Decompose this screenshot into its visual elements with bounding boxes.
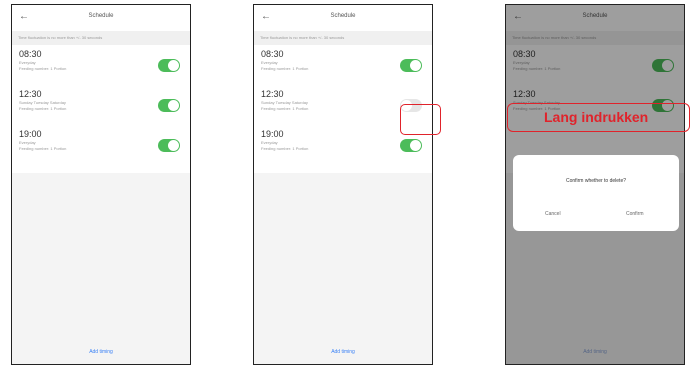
schedule-item[interactable]: 08:30 Everyday Feeding number: 1 Portion [254, 45, 432, 85]
schedule-item[interactable]: 19:00 Everyday Feeding number: 1 Portion [12, 125, 190, 165]
schedule-toggle[interactable] [158, 139, 180, 152]
toggle-knob [168, 100, 179, 111]
confirm-button[interactable]: Confirm [626, 211, 644, 217]
schedule-toggle[interactable] [400, 59, 422, 72]
schedule-toggle[interactable] [158, 59, 180, 72]
page-title: Schedule [88, 13, 114, 19]
header: ← Schedule [12, 5, 190, 31]
fluctuation-note: Time fluctuation is no more than +/- 30 … [12, 31, 190, 45]
schedule-toggle[interactable] [400, 139, 422, 152]
schedule-toggle[interactable] [158, 99, 180, 112]
phone-screen-1: ← Schedule Time fluctuation is no more t… [11, 4, 191, 365]
long-press-label: Lang indrukken [544, 109, 649, 125]
add-timing-button[interactable]: Add timing [254, 349, 432, 355]
schedule-item[interactable]: 08:30 Everyday Feeding number: 1 Portion [12, 45, 190, 85]
schedule-item[interactable]: 12:30 Sunday Tuesday Saturday Feeding nu… [12, 85, 190, 125]
header: ← Schedule [254, 5, 432, 31]
cancel-button[interactable]: Cancel [545, 211, 561, 217]
fluctuation-note: Time fluctuation is no more than +/- 30 … [254, 31, 432, 45]
toggle-knob [168, 60, 179, 71]
phone-screen-2: ← Schedule Time fluctuation is no more t… [253, 4, 433, 365]
toggle-highlight-box [400, 104, 441, 135]
schedule-list: 08:30 Everyday Feeding number: 1 Portion… [12, 45, 190, 173]
add-timing-button[interactable]: Add timing [12, 349, 190, 355]
toggle-knob [410, 140, 421, 151]
delete-confirm-dialog: Confirm whether to delete? Cancel Confir… [513, 155, 679, 231]
toggle-knob [410, 60, 421, 71]
toggle-knob [168, 140, 179, 151]
page-title: Schedule [330, 13, 356, 19]
dialog-title: Confirm whether to delete? [565, 178, 627, 184]
